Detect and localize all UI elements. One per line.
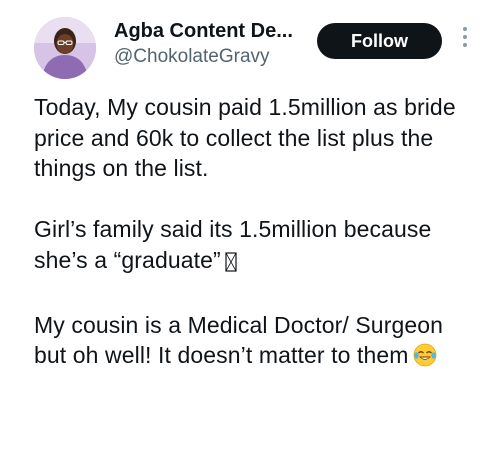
author-display-name[interactable]: Agba Content De... — [114, 19, 293, 43]
tweet-paragraph: Today, My cousin paid 1.5million as brid… — [34, 92, 479, 184]
tweet-paragraph-text: Today, My cousin paid 1.5million as brid… — [34, 94, 456, 181]
missing-glyph-box-icon — [225, 249, 237, 280]
author-names: Agba Content De... @ChokolateGravy — [114, 19, 293, 70]
avatar[interactable] — [34, 17, 96, 79]
tweet-text: Today, My cousin paid 1.5million as brid… — [34, 92, 479, 375]
tweet-paragraph-text: My cousin is a Medical Doctor/ Surgeon b… — [34, 311, 444, 369]
face-with-tears-of-joy-icon — [413, 343, 437, 375]
tweet: Agba Content De... @ChokolateGravy Follo… — [0, 0, 487, 450]
author-handle[interactable]: @ChokolateGravy — [114, 44, 293, 70]
tweet-paragraph: Girl’s family said its 1.5million becaus… — [34, 214, 479, 279]
more-vertical-icon[interactable] — [459, 27, 471, 55]
follow-button[interactable]: Follow — [317, 23, 442, 59]
avatar-image — [34, 17, 96, 79]
tweet-paragraph: My cousin is a Medical Doctor/ Surgeon b… — [34, 310, 479, 375]
tweet-header: Agba Content De... @ChokolateGravy Follo… — [34, 17, 474, 81]
